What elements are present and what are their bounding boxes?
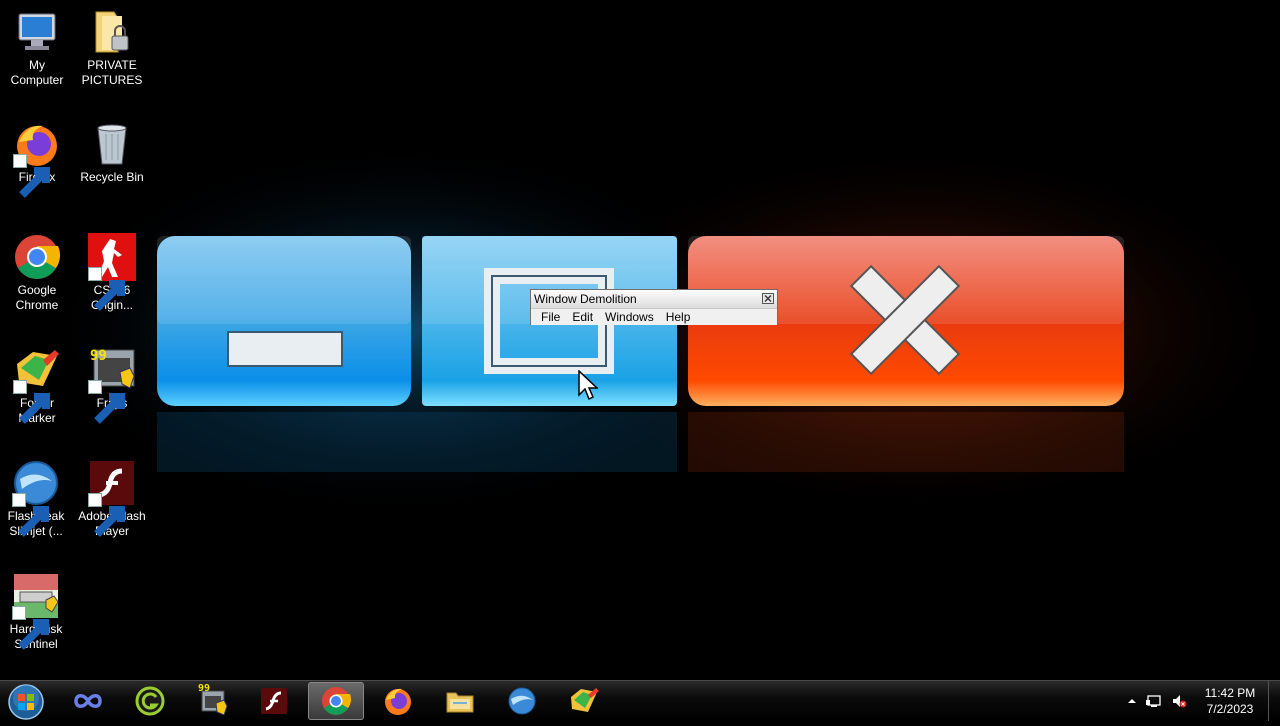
show-desktop-button[interactable] [1268, 681, 1280, 721]
folder-marker-icon [13, 346, 61, 424]
menu-help[interactable]: Help [660, 309, 697, 325]
show-hidden-icons-chevron-icon[interactable] [1124, 693, 1140, 709]
shortcut-arrow-icon [13, 380, 50, 424]
clock[interactable]: 11:42 PM 7/2/2023 [1203, 685, 1257, 717]
taskbar-infinity-app[interactable] [60, 682, 116, 720]
shortcut-arrow-icon [12, 606, 49, 650]
close-icon [764, 295, 772, 302]
shortcut-arrow-icon [13, 154, 50, 198]
taskbar-fraps[interactable]: 99 [184, 682, 240, 720]
shortcut-arrow-icon [88, 493, 125, 537]
taskbar-grammarly[interactable] [122, 682, 178, 720]
taskbar: 99 11:42 PM 7/2/2023 [0, 680, 1280, 721]
icon-label: Recycle Bin [80, 170, 144, 184]
icon-label: Computer [10, 73, 64, 87]
desktop-icon-private-pictures[interactable]: PRIVATE PICTURES [76, 8, 148, 88]
desktop-icon-slimjet[interactable]: FlashPeak Slimjet (... [0, 459, 72, 539]
chrome-icon [13, 233, 61, 281]
taskbar-flash-player[interactable] [246, 682, 302, 720]
hard-disk-sentinel-icon [12, 572, 60, 650]
window-titlebar[interactable]: Window Demolition [531, 290, 777, 309]
desktop-icon-hard-disk-sentinel[interactable]: Hard Disk Sentinel [0, 572, 72, 652]
taskbar-file-explorer[interactable] [432, 682, 488, 720]
menu-file[interactable]: File [535, 309, 566, 325]
desktop-wallpaper [0, 0, 1280, 720]
close-button[interactable] [762, 293, 774, 304]
clock-date: 7/2/2023 [1206, 702, 1254, 716]
slimjet-icon [508, 687, 536, 715]
taskbar-chrome[interactable] [308, 682, 364, 720]
menu-bar: File Edit Windows Help [531, 309, 777, 325]
volume-muted-icon[interactable] [1171, 693, 1187, 709]
desktop-icon-google-chrome[interactable]: Google Chrome [1, 233, 73, 313]
desktop-icon-firefox[interactable]: Firefox [1, 120, 73, 198]
slimjet-icon [12, 459, 60, 537]
firefox-icon [385, 688, 411, 715]
icon-label: Chrome [15, 298, 59, 312]
windows-orb-icon [8, 684, 44, 720]
menu-windows[interactable]: Windows [599, 309, 660, 325]
desktop-icon-recycle-bin[interactable]: Recycle Bin [76, 120, 148, 185]
counter-strike-icon [88, 233, 136, 311]
shortcut-arrow-icon [88, 380, 125, 424]
desktop-icon-cs16[interactable]: CS 1.6 Origin... [76, 233, 148, 313]
grammarly-icon [135, 686, 165, 716]
desktop-icon-adobe-flash-player[interactable]: Adobe Flash Player [76, 459, 148, 539]
file-explorer-icon [446, 692, 474, 713]
svg-text:99: 99 [90, 348, 107, 364]
clock-time: 11:42 PM [1204, 686, 1256, 700]
infinity-app-icon [74, 694, 102, 708]
taskbar-firefox[interactable] [370, 682, 426, 720]
fraps-badge: 99 [198, 683, 211, 694]
firefox-icon [13, 120, 61, 198]
window-demolition-window[interactable]: Window Demolition File Edit Windows Help [530, 289, 778, 325]
start-button[interactable] [6, 683, 46, 721]
icon-label: PRIVATE [87, 58, 137, 72]
taskbar-folder-marker[interactable] [556, 682, 612, 720]
locked-folder-icon [88, 8, 136, 56]
flash-player-icon [261, 688, 287, 714]
fraps-icon: 99 [88, 346, 136, 424]
shortcut-arrow-icon [88, 267, 125, 311]
network-icon[interactable] [1146, 693, 1162, 709]
icon-label: PICTURES [81, 73, 143, 87]
menu-edit[interactable]: Edit [566, 309, 599, 325]
desktop-icon-folder-marker[interactable]: Folder Marker [1, 346, 73, 426]
desktop-icon-my-computer[interactable]: My Computer [1, 8, 73, 88]
shortcut-arrow-icon [12, 493, 49, 537]
desktop-icon-fraps[interactable]: 99 Fraps [76, 346, 148, 424]
icon-label: My [29, 58, 45, 72]
window-title: Window Demolition [534, 292, 637, 306]
flash-player-icon [88, 459, 136, 537]
mouse-cursor-icon [578, 370, 598, 401]
folder-marker-icon [571, 688, 599, 712]
taskbar-slimjet[interactable] [494, 682, 550, 720]
icon-label: Google [17, 283, 57, 297]
recycle-bin-icon [88, 120, 136, 168]
chrome-icon [322, 687, 352, 715]
computer-icon [13, 8, 61, 56]
